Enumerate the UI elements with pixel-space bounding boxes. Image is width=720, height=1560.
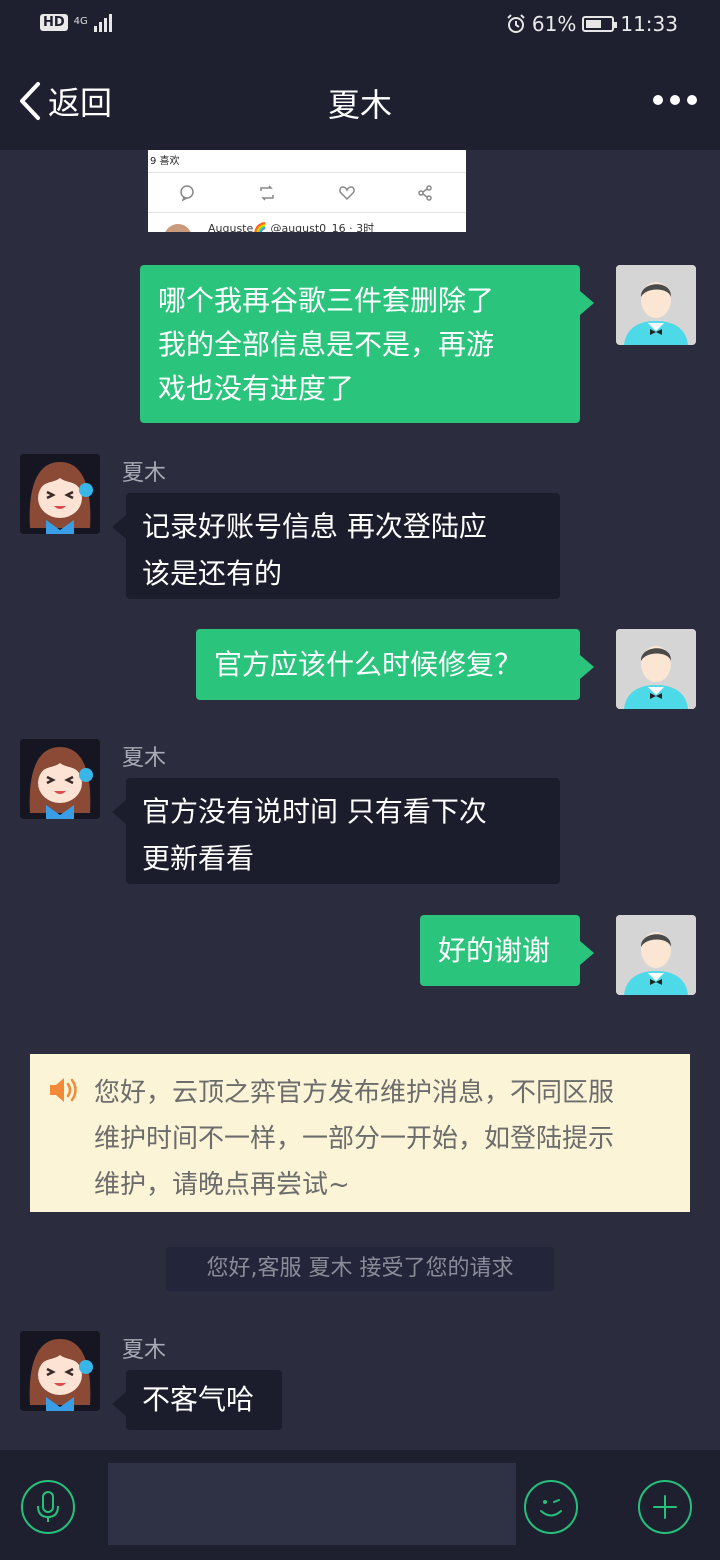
sender-name: 夏木 (122, 1338, 167, 1363)
message-input[interactable] (108, 1463, 516, 1545)
my-avatar[interactable] (616, 915, 696, 995)
image-user-text: Auguste🌈 @august0_16 · 3时 (208, 222, 375, 232)
battery-icon (582, 16, 618, 32)
agent-message-bubble[interactable]: 记录好账号信息 再次登陆应 该是还有的 (112, 493, 560, 599)
message-line: 该是还有的 (142, 557, 283, 590)
more-dots-icon (653, 95, 663, 105)
message-line: 好的谢谢 (438, 934, 551, 967)
my-message-bubble[interactable]: 官方应该什么时候修复？ (196, 629, 594, 700)
signal-icon (93, 12, 112, 32)
user-avatar-icon (616, 265, 696, 345)
message-line: 更新看看 (142, 842, 255, 875)
network-type: 4G (73, 16, 88, 27)
agent-avatar[interactable] (20, 454, 100, 534)
comment-icon (180, 185, 194, 202)
anime-girl-avatar-icon (20, 1331, 100, 1411)
status-right: 61% 11:33 (506, 12, 678, 36)
plus-icon (653, 1495, 677, 1519)
notice-line: 维护时间不一样，一部分一开始，如登陆提示 (94, 1124, 615, 1154)
agent-message-bubble[interactable]: 不客气哈 (112, 1370, 282, 1430)
anime-girl-avatar-icon (20, 454, 100, 534)
shared-image[interactable]: 9 喜欢 Auguste🌈 @august0_16 · 3时 (148, 150, 466, 232)
hd-badge: HD (40, 13, 68, 31)
my-message-bubble[interactable]: 好的谢谢 (420, 915, 594, 986)
message-line: 我的全部信息是不是，再游 (158, 328, 495, 361)
speaker-icon (50, 1078, 77, 1102)
input-bar (0, 1450, 720, 1560)
message-line: 不客气哈 (142, 1383, 255, 1416)
user-avatar-icon (616, 629, 696, 709)
system-message: 您好,客服 夏木 接受了您的请求 (166, 1247, 554, 1291)
message-line: 记录好账号信息 再次登陆应 (142, 510, 487, 543)
sender-name: 夏木 (122, 746, 167, 771)
nav-bar: 返回 夏木 (0, 50, 720, 150)
message-line: 官方没有说时间 只有看下次 (142, 795, 487, 828)
clock: 11:33 (620, 12, 678, 36)
agent-message-bubble[interactable]: 官方没有说时间 只有看下次 更新看看 (112, 778, 560, 884)
agent-avatar[interactable] (20, 1331, 100, 1411)
message-line: 戏也没有进度了 (158, 372, 355, 405)
status-left: HD 4G (40, 12, 112, 32)
message-line: 官方应该什么时候修复？ (214, 648, 523, 681)
notice-line: 您好，云顶之弈官方发布维护消息，不同区服 (94, 1078, 615, 1108)
anime-girl-avatar-icon (20, 739, 100, 819)
my-avatar[interactable] (616, 265, 696, 345)
share-icon (418, 185, 432, 201)
message-line: 哪个我再谷歌三件套删除了 (158, 284, 495, 317)
retweet-icon (260, 185, 274, 201)
notice-line: 维护，请晚点再尝试~ (94, 1170, 350, 1200)
my-message-bubble[interactable]: 哪个我再谷歌三件套删除了 我的全部信息是不是，再游 戏也没有进度了 (140, 265, 594, 423)
add-more-button[interactable] (638, 1480, 692, 1534)
page-title: 夏木 (327, 86, 392, 124)
status-bar: HD 4G 61% 11:33 (0, 0, 720, 50)
image-likes-text: 9 喜欢 (150, 156, 180, 167)
more-options-button[interactable] (650, 86, 700, 114)
microphone-icon (37, 1491, 59, 1522)
heart-icon (339, 186, 355, 201)
sender-name: 夏木 (122, 461, 167, 486)
agent-avatar[interactable] (20, 739, 100, 819)
voice-button[interactable] (21, 1480, 75, 1534)
battery-percent: 61% (531, 12, 577, 36)
alarm-icon (507, 14, 525, 33)
image-avatar (164, 224, 192, 232)
emoji-icon (540, 1499, 562, 1517)
emoji-button[interactable] (524, 1480, 578, 1534)
my-avatar[interactable] (616, 629, 696, 709)
maintenance-notice: 您好，云顶之弈官方发布维护消息，不同区服 维护时间不一样，一部分一开始，如登陆提… (30, 1054, 690, 1212)
user-avatar-icon (616, 915, 696, 995)
